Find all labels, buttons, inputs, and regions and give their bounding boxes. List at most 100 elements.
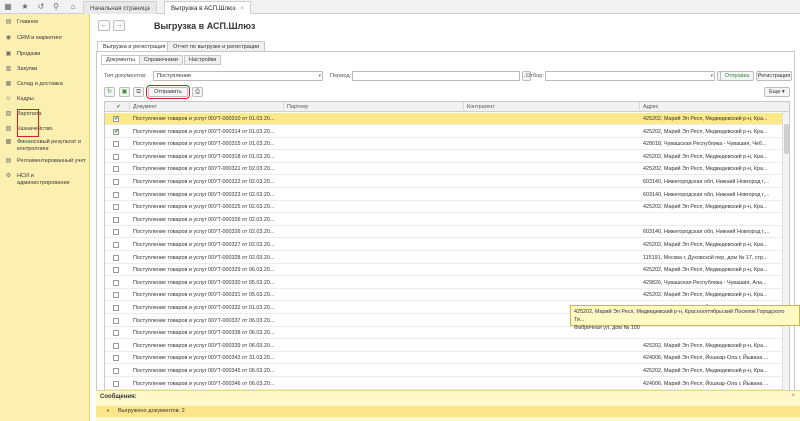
back-button[interactable]: ← (98, 20, 110, 31)
row-checkbox[interactable]: ✔ (113, 116, 119, 122)
scrollbar-thumb[interactable] (784, 124, 789, 154)
table-row[interactable]: Поступление товаров и услуг 00УТ-000346 … (105, 378, 783, 390)
cell-document: Поступление товаров и услуг 00УТ-000323 … (133, 191, 275, 198)
column-counterparty[interactable]: Контрагент (464, 102, 640, 112)
cell-address: 428018, Чувашская Республика - Чувашия, … (643, 141, 767, 148)
row-checkbox[interactable] (113, 305, 119, 311)
chevron-down-icon[interactable]: ▾ (318, 72, 321, 80)
row-checkbox[interactable] (113, 355, 119, 362)
table-row[interactable]: Поступление товаров и услуг 00УТ-000339 … (105, 340, 783, 352)
table-header: ✔ Документ Партнер Контрагент Адрес (105, 102, 789, 112)
sidebar-item-label: Регламентированный учет (17, 158, 86, 164)
column-document[interactable]: Документ (130, 102, 284, 112)
row-checkbox[interactable] (113, 179, 119, 185)
messages-panel: Сообщения: × ▸ Выгружено документов: 2 (96, 390, 800, 421)
home-icon[interactable]: ⌂ (68, 2, 78, 12)
table-row[interactable]: ✔ Поступление товаров и услуг 00УТ-000314… (105, 126, 783, 138)
period-label: Период: (330, 73, 352, 79)
table-row[interactable]: ✔ Поступление товаров и услуг 00УТ-000310… (105, 113, 783, 125)
accounting-icon: ▤ (5, 158, 12, 164)
house-icon: ▤ (5, 19, 12, 25)
forward-button[interactable]: → (113, 20, 125, 31)
table-row[interactable]: Поступление товаров и услуг 00УТ-000326 … (105, 226, 783, 239)
more-button[interactable]: Еще ▾ (764, 87, 790, 97)
message-row[interactable]: ▸ Выгружено документов: 2 (96, 406, 800, 417)
table-row[interactable]: Поступление товаров и услуг 00УТ-000322 … (105, 176, 783, 188)
column-address[interactable]: Адрес (640, 102, 783, 112)
info-icon: ▸ (107, 408, 111, 414)
row-checkbox[interactable] (113, 292, 119, 299)
row-checkbox[interactable]: ✔ (113, 128, 119, 135)
tab-asp-export[interactable]: Выгрузка в АСП.Шлюз × (164, 1, 252, 14)
history-icon[interactable]: ↺ (36, 2, 46, 12)
messages-title: Сообщения: (100, 394, 137, 400)
table-row[interactable]: Поступление товаров и услуг 00УТ-000326 … (105, 214, 783, 226)
row-checkbox[interactable] (113, 229, 119, 236)
table-row[interactable]: Поступление товаров и услуг 00УТ-000343 … (105, 352, 783, 365)
purchases-icon: ▥ (5, 66, 12, 72)
cell-address: 425202, Марий Эл Респ, Медведевский р-н,… (643, 267, 768, 274)
send-mode-button[interactable]: Отправка (720, 71, 754, 81)
check-column-icon[interactable]: ✔ (105, 102, 130, 112)
send-button[interactable]: Отправить (146, 85, 190, 99)
row-checkbox[interactable] (113, 380, 119, 387)
vertical-scrollbar[interactable] (782, 112, 789, 390)
selection-field[interactable]: ▾ (545, 71, 715, 81)
row-checkbox[interactable] (113, 317, 119, 324)
grid-menu-icon[interactable]: ▦ (3, 2, 13, 12)
row-checkbox[interactable] (113, 204, 119, 211)
cell-document: Поступление товаров и услуг 00УТ-000329 … (133, 267, 275, 274)
table-row[interactable]: Поступление товаров и услуг 00УТ-000315 … (105, 138, 783, 151)
table-row[interactable]: Поступление товаров и услуг 00УТ-000327 … (105, 239, 783, 251)
row-checkbox[interactable] (113, 330, 119, 337)
refresh-icon[interactable]: ↻ (104, 87, 115, 97)
row-checkbox[interactable] (113, 368, 119, 374)
copy-icon[interactable]: ⧉ (133, 87, 144, 97)
doc-type-value: Поступление (157, 73, 192, 79)
close-icon[interactable]: × (241, 5, 245, 12)
cell-document: Поступление товаров и услуг 00УТ-000318 … (133, 153, 275, 160)
cell-document: Поступление товаров и услуг 00УТ-000331 … (133, 292, 275, 299)
star-icon[interactable]: ★ (20, 2, 30, 12)
column-partner[interactable]: Партнер (284, 102, 464, 112)
doc-type-field[interactable]: Поступление ▾ (153, 71, 323, 81)
table-row[interactable]: Поступление товаров и услуг 00УТ-000321 … (105, 163, 783, 176)
search-icon[interactable]: ⚲ (51, 2, 61, 12)
sidebar-item-label: НСИ и администрирование (17, 173, 70, 186)
tooltip-line: 425202, Марий Эл Респ, Медведевский р-н,… (574, 309, 785, 323)
tab-settings[interactable]: Настройки (184, 55, 222, 65)
row-checkbox[interactable] (113, 191, 119, 198)
doc-type-label: Тип документов: (104, 73, 147, 79)
row-checkbox[interactable] (113, 216, 119, 223)
print-icon[interactable]: ⎙ (192, 87, 203, 97)
row-checkbox[interactable] (113, 254, 119, 261)
select-all-icon[interactable]: ▣ (119, 87, 130, 97)
table-row[interactable]: Поступление товаров и услуг 00УТ-000330 … (105, 277, 783, 289)
close-icon[interactable]: × (791, 392, 795, 400)
cell-address: 425202, Марий Эл Респ, Медведевский р-н,… (643, 368, 768, 374)
table-row[interactable]: Поступление товаров и услуг 00УТ-000323 … (105, 189, 783, 201)
tab-directories[interactable]: Справочники (139, 55, 183, 65)
row-checkbox[interactable] (113, 279, 119, 286)
register-button[interactable]: Регистрация (756, 71, 792, 81)
table-row[interactable]: Поступление товаров и услуг 00УТ-000328 … (105, 252, 783, 264)
row-checkbox[interactable] (113, 267, 119, 274)
row-checkbox[interactable] (113, 242, 119, 248)
row-checkbox[interactable] (113, 141, 119, 148)
table-row[interactable]: Поступление товаров и услуг 00УТ-000345 … (105, 365, 783, 377)
tab-home-page[interactable]: Начальная страница (83, 1, 157, 14)
table-row[interactable]: Поступление товаров и услуг 00УТ-000325 … (105, 201, 783, 214)
table-row[interactable]: Поступление товаров и услуг 00УТ-000318 … (105, 151, 783, 163)
table-row[interactable]: Поступление товаров и услуг 00УТ-000329 … (105, 264, 783, 277)
tab-panel: Документы Справочники Настройки Тип доку… (96, 51, 795, 393)
chevron-down-icon[interactable]: ▾ (710, 72, 713, 80)
main-content: ← → Выгрузка в АСП.Шлюз Выгрузка и регис… (91, 14, 800, 421)
period-field[interactable] (352, 71, 520, 81)
row-checkbox[interactable] (113, 153, 119, 160)
row-checkbox[interactable] (113, 166, 119, 173)
table-row[interactable]: Поступление товаров и услуг 00УТ-000331 … (105, 289, 783, 302)
row-checkbox[interactable] (113, 342, 119, 349)
tab-documents[interactable]: Документы (101, 55, 140, 65)
sidebar-item-label: CRM и маркетинг (17, 35, 63, 41)
cell-address: 425202, Марий Эл Респ, Медведевский р-н,… (643, 128, 768, 135)
